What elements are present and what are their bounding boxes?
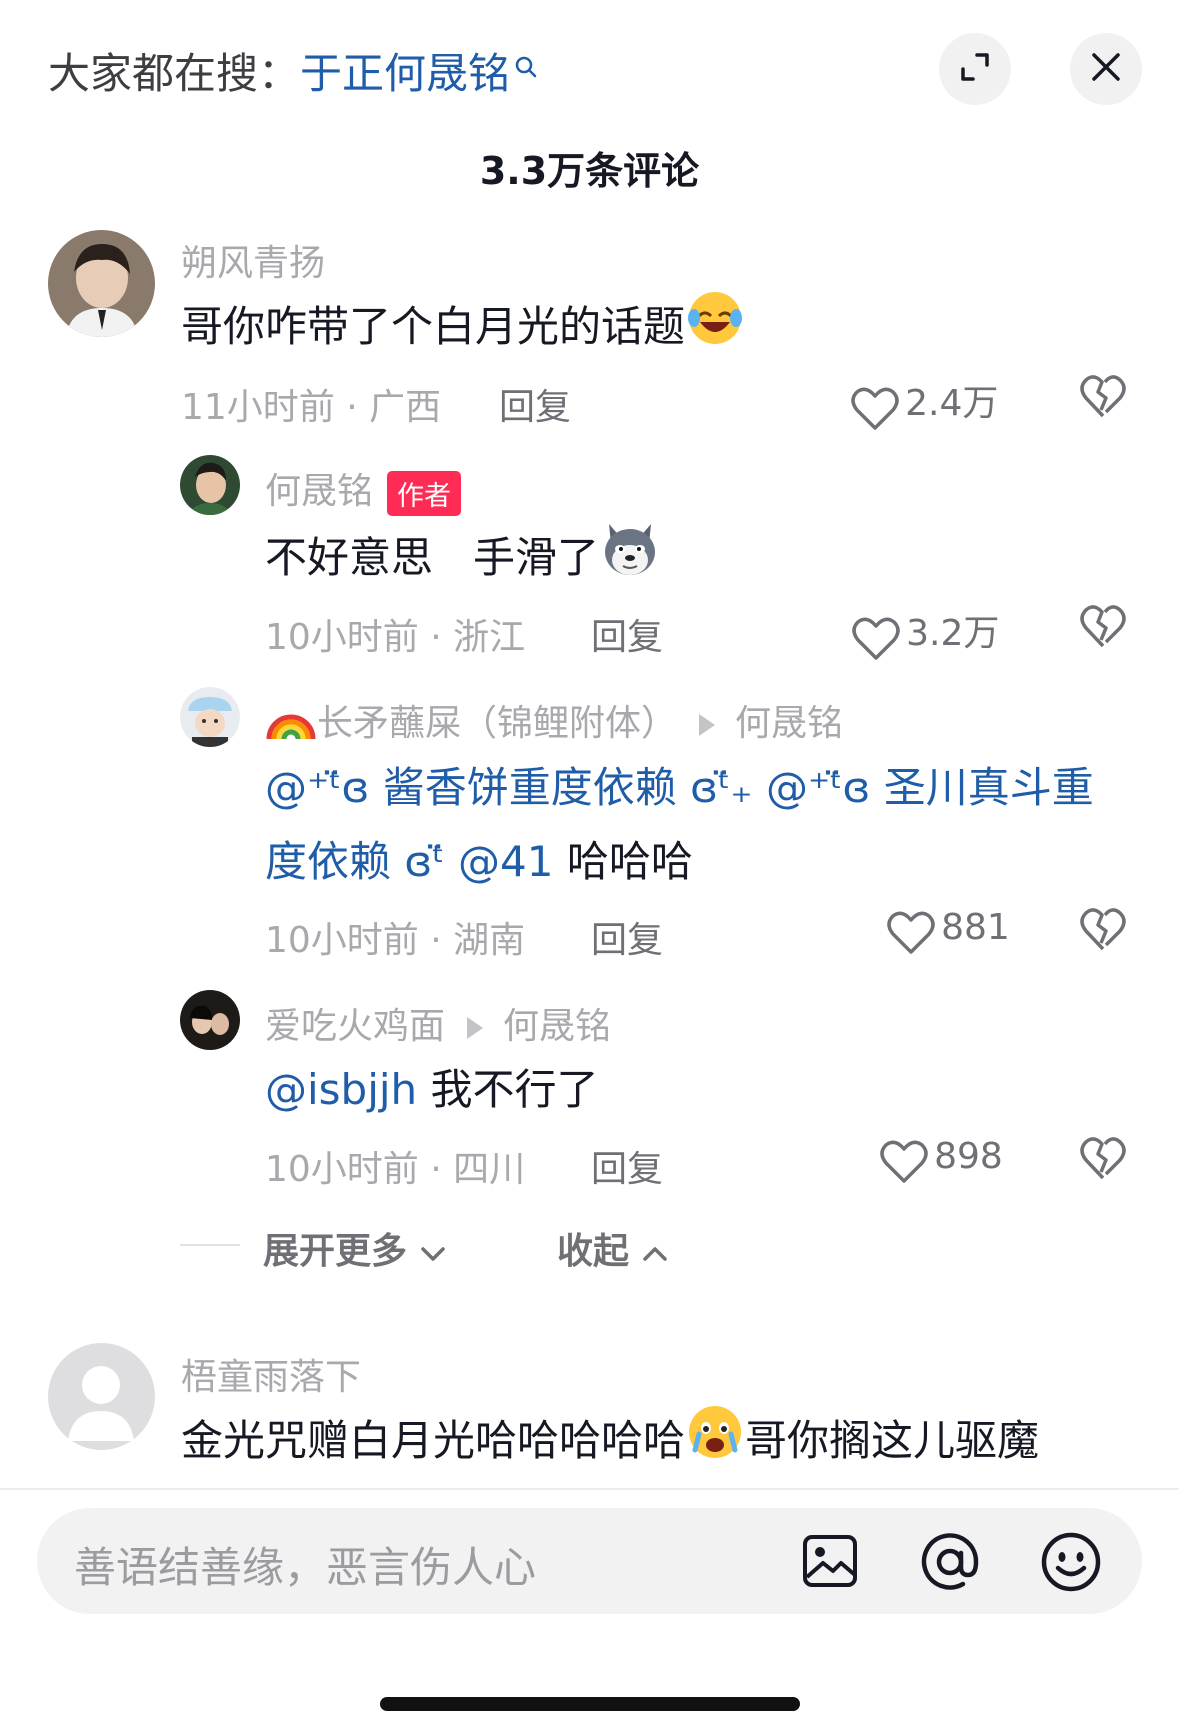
collapse-button[interactable]: 收起 (557, 1222, 668, 1274)
reply-username[interactable]: 爱吃火鸡面 何晟铭 (265, 997, 611, 1049)
reply-text-content: 不好意思 手滑了 (265, 533, 600, 582)
avatar[interactable] (48, 1343, 155, 1450)
input-divider (0, 1488, 1179, 1490)
expand-icon (958, 50, 992, 88)
reply-username-text: 爱吃火鸡面 (265, 1006, 446, 1047)
reply-text: @⁺ᵗ̈ɞ 酱香饼重度依赖 ɞᵗ̈₊ @⁺ᵗ̈ɞ 圣川真斗重 (265, 751, 1094, 825)
chevron-down-icon (420, 1231, 446, 1272)
dislike-button[interactable] (1079, 1136, 1127, 1186)
reply-username[interactable]: 长矛蘸屎（锦鲤附体） 何晟铭 (265, 694, 843, 750)
crying-laugh-emoji-icon (685, 1402, 745, 1485)
reply-button[interactable]: 回复 (591, 1140, 663, 1192)
like-button[interactable]: 2.4万 (850, 374, 998, 436)
expand-more-label: 展开更多 (263, 1231, 408, 1272)
mention-link[interactable]: @⁺ᵗ̈ɞ 圣川真斗重 (766, 763, 1094, 812)
comment-text-suffix: 哥你搁这儿驱魔 (745, 1416, 1040, 1465)
mention-button[interactable] (919, 1531, 981, 1597)
reply-text: @isbjjh 我不行了 (265, 1053, 599, 1127)
comment-username[interactable]: 朔风青扬 (181, 234, 325, 286)
broken-heart-icon (1079, 375, 1127, 424)
author-badge: 作者 (387, 470, 462, 516)
reply-text: 不好意思 手滑了 (265, 518, 661, 603)
emoji-button[interactable] (1039, 1530, 1103, 1598)
comment-count-title: 3.3万条评论 (479, 149, 700, 193)
reply-to-username[interactable]: 何晟铭 (735, 703, 843, 744)
comment-text: 哥你咋带了个白月光的话题 (181, 288, 745, 371)
like-button[interactable]: 3.2万 (851, 604, 999, 666)
search-suggestion[interactable]: 大家都在搜：于正何晟铭 (48, 40, 538, 101)
heart-icon (851, 616, 901, 666)
reply-meta: 10小时前 · 浙江 (265, 617, 526, 658)
reply-button[interactable]: 回复 (591, 911, 663, 963)
like-button[interactable]: 881 (886, 907, 1010, 960)
broken-heart-icon (1079, 605, 1127, 654)
collapse-label: 收起 (557, 1231, 630, 1272)
heart-icon (886, 910, 936, 960)
reply-username-text: 长矛蘸屎（锦鲤附体） (317, 703, 678, 744)
dislike-button[interactable] (1079, 374, 1127, 424)
dislike-button[interactable] (1079, 604, 1127, 654)
reply-meta: 10小时前 · 四川 (265, 1149, 526, 1190)
comment-text: 金光咒赠白月光哈哈哈哈哈 哥你搁这儿驱魔 (181, 1402, 1039, 1485)
dislike-button[interactable] (1079, 907, 1127, 957)
comment-meta: 11小时前 · 广西 (181, 387, 442, 428)
like-button[interactable]: 898 (879, 1136, 1003, 1189)
avatar[interactable] (180, 455, 240, 515)
mention-link[interactable]: @⁺ᵗ̈ɞ 酱香饼重度依赖 ɞᵗ̈₊ (265, 763, 753, 812)
comment-input-placeholder: 善语结善缘，恶言伤人心 (74, 1543, 537, 1592)
comment-username[interactable]: 梧童雨落下 (181, 1348, 361, 1400)
thread-divider-line (180, 1244, 240, 1246)
avatar[interactable] (180, 990, 240, 1050)
husky-emoji-icon (599, 518, 661, 603)
search-keyword[interactable]: 于正何晟铭 (300, 49, 510, 98)
image-icon (801, 1535, 859, 1593)
close-button[interactable] (1070, 33, 1142, 105)
broken-heart-icon (1079, 1137, 1127, 1186)
reply-text-line2: 度依赖 ɞᵗ̈ @41 哈哈哈 (265, 825, 693, 899)
like-count: 3.2万 (906, 613, 1000, 654)
avatar[interactable] (180, 687, 240, 747)
reply-button[interactable]: 回复 (591, 608, 663, 660)
reply-text-content: 哈哈哈 (566, 837, 693, 886)
reply-to-username[interactable]: 何晟铭 (503, 1006, 611, 1047)
reply-button[interactable]: 回复 (499, 378, 571, 430)
at-icon (919, 1533, 981, 1597)
chevron-up-icon (642, 1231, 668, 1272)
comment-text-content: 金光咒赠白月光哈哈哈哈哈 (181, 1416, 686, 1465)
broken-heart-icon (1079, 908, 1127, 957)
reply-meta: 10小时前 · 湖南 (265, 920, 526, 961)
reply-arrow-icon (467, 1017, 484, 1039)
reply-arrow-icon (699, 714, 716, 736)
home-indicator (380, 1697, 800, 1711)
avatar[interactable] (48, 230, 155, 337)
reply-text-content: 我不行了 (430, 1065, 599, 1114)
like-count: 881 (941, 907, 1010, 948)
like-count: 2.4万 (905, 383, 999, 424)
reply-username[interactable]: 何晟铭 作者 (265, 462, 462, 516)
expand-more-button[interactable]: 展开更多 (263, 1222, 446, 1274)
heart-icon (879, 1139, 929, 1189)
laughing-emoji-icon (685, 288, 745, 371)
comment-text-content: 哥你咋带了个白月光的话题 (181, 302, 686, 351)
mention-link-continued[interactable]: 度依赖 ɞᵗ̈ (265, 837, 445, 886)
close-icon (1090, 51, 1122, 87)
like-count: 898 (934, 1136, 1003, 1177)
reply-username-text: 何晟铭 (265, 471, 374, 512)
expand-button[interactable] (939, 33, 1011, 105)
mention-link[interactable]: @41 (458, 837, 553, 886)
mention-link[interactable]: @isbjjh (265, 1065, 417, 1114)
emoji-icon (1039, 1532, 1103, 1598)
image-button[interactable] (801, 1533, 859, 1593)
heart-icon (850, 386, 900, 436)
rainbow-emoji-icon (265, 701, 317, 750)
search-prefix: 大家都在搜： (48, 49, 301, 98)
search-mini-icon (514, 40, 538, 89)
